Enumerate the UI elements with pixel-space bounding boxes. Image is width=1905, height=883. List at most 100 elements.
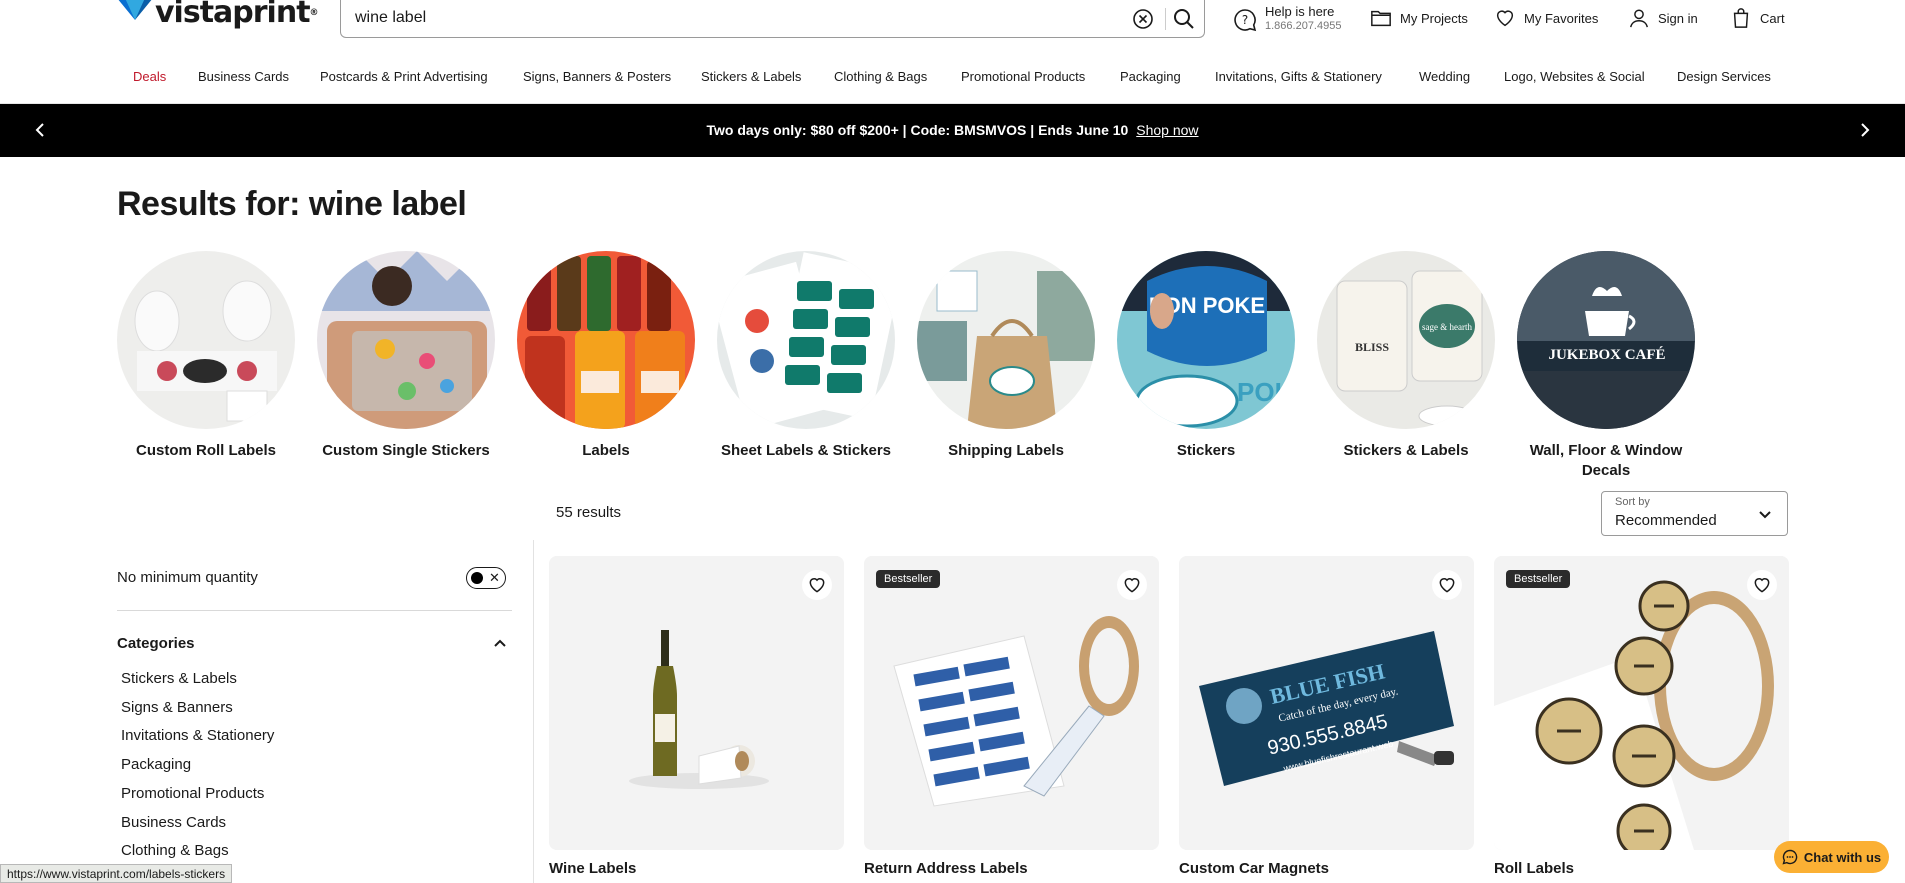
promo-shop-now-link[interactable]: Shop now xyxy=(1136,122,1198,138)
category-circle-stickers[interactable]: PON POKE POK xyxy=(1117,251,1295,429)
sidebar-item-stickers-labels[interactable]: Stickers & Labels xyxy=(121,670,237,687)
category-label-sheet-labels[interactable]: Sheet Labels & Stickers xyxy=(706,441,906,461)
site-header: vistaprint® ? Help is here 1.866.207.495… xyxy=(0,0,1905,104)
product-title-roll-labels[interactable]: Roll Labels xyxy=(1494,860,1574,877)
category-circle-sheet-labels[interactable] xyxy=(717,251,895,429)
category-label-shipping-labels[interactable]: Shipping Labels xyxy=(906,441,1106,461)
sidebar-item-clothing-bags[interactable]: Clothing & Bags xyxy=(121,842,229,859)
product-card-custom-car-magnets[interactable]: BLUE FISH Catch of the day, every day. 9… xyxy=(1179,556,1474,850)
nav-wedding[interactable]: Wedding xyxy=(1419,69,1470,84)
chevron-down-icon xyxy=(1759,511,1771,519)
category-circle-custom-single-stickers[interactable] xyxy=(317,251,495,429)
sort-dropdown[interactable]: Sort by Recommended xyxy=(1601,491,1788,536)
chevron-right-icon[interactable] xyxy=(1853,118,1877,142)
toggle-knob xyxy=(471,572,483,584)
favorite-button[interactable] xyxy=(1747,570,1777,600)
category-label-stickers[interactable]: Stickers xyxy=(1106,441,1306,461)
single-stickers-image xyxy=(317,251,495,429)
category-label-stickers-labels[interactable]: Stickers & Labels xyxy=(1306,441,1506,461)
sort-label: Sort by xyxy=(1615,496,1650,508)
sticker-text-b: POK xyxy=(1237,377,1294,407)
heart-icon xyxy=(1439,578,1455,593)
search-icon[interactable] xyxy=(1172,7,1196,31)
shipping-labels-image xyxy=(917,251,1095,429)
bestseller-badge: Bestseller xyxy=(1506,570,1571,588)
nav-deals[interactable]: Deals xyxy=(133,69,166,84)
product-card-wine-labels[interactable] xyxy=(549,556,844,850)
cart-link[interactable]: Cart xyxy=(1730,7,1785,29)
product-title-return-address-labels[interactable]: Return Address Labels xyxy=(864,860,1028,877)
min-qty-toggle[interactable]: ✕ xyxy=(466,567,506,589)
user-icon xyxy=(1630,9,1648,28)
help-phone[interactable]: 1.866.207.4955 xyxy=(1265,20,1341,32)
category-circle-custom-roll-labels[interactable] xyxy=(117,251,295,429)
nav-business-cards[interactable]: Business Cards xyxy=(198,69,289,84)
sidebar-item-invitations[interactable]: Invitations & Stationery xyxy=(121,727,274,744)
vistaprint-logo[interactable]: vistaprint® xyxy=(117,0,319,32)
result-count: 55 results xyxy=(556,504,622,521)
search-divider xyxy=(1165,8,1166,30)
sidebar-divider-h xyxy=(117,610,512,611)
wine-labels-image xyxy=(549,556,844,850)
sidebar-item-packaging[interactable]: Packaging xyxy=(121,756,191,773)
category-label-labels[interactable]: Labels xyxy=(506,441,706,461)
search-input[interactable] xyxy=(355,6,1115,30)
category-circle-labels[interactable] xyxy=(517,251,695,429)
help-title: Help is here xyxy=(1265,4,1335,19)
sidebar-item-signs-banners[interactable]: Signs & Banners xyxy=(121,699,233,716)
sidebar-divider xyxy=(533,540,534,883)
nav-design-services[interactable]: Design Services xyxy=(1677,69,1771,84)
min-qty-label: No minimum quantity xyxy=(117,569,258,586)
sidebar-item-business-cards[interactable]: Business Cards xyxy=(121,814,226,831)
product-title-wine-labels[interactable]: Wine Labels xyxy=(549,860,636,877)
labels-bottles-image xyxy=(517,251,695,429)
nav-logo-websites[interactable]: Logo, Websites & Social xyxy=(1504,69,1645,84)
logo-mark-icon xyxy=(118,0,152,20)
category-label-custom-roll-labels[interactable]: Custom Roll Labels xyxy=(106,441,306,461)
chat-with-us-button[interactable]: Chat with us xyxy=(1774,841,1889,873)
category-circle-stickers-labels[interactable]: BLISS sage & hearth xyxy=(1317,251,1495,429)
category-label-wall-decals[interactable]: Wall, Floor & Window Decals xyxy=(1506,441,1706,481)
chat-icon xyxy=(1782,849,1798,865)
toggle-off-icon: ✕ xyxy=(489,570,500,585)
chat-label: Chat with us xyxy=(1803,849,1882,865)
nav-postcards[interactable]: Postcards & Print Advertising xyxy=(320,69,488,84)
favorite-button[interactable] xyxy=(802,570,832,600)
nav-clothing-bags[interactable]: Clothing & Bags xyxy=(834,69,927,84)
categories-heading[interactable]: Categories xyxy=(117,635,195,652)
promo-message: Two days only: $80 off $200+ | Code: BMS… xyxy=(706,122,1129,138)
my-favorites-link[interactable]: My Favorites xyxy=(1494,7,1598,29)
favorite-button[interactable] xyxy=(1117,570,1147,600)
clear-search-icon[interactable] xyxy=(1132,8,1154,30)
stickers-labels-image: BLISS sage & hearth xyxy=(1317,251,1495,429)
roll-labels-product-image xyxy=(1494,556,1789,850)
product-card-roll-labels[interactable]: Bestseller xyxy=(1494,556,1789,850)
logo-text: vistaprint® xyxy=(155,0,319,30)
favorite-button[interactable] xyxy=(1432,570,1462,600)
nav-promotional-products[interactable]: Promotional Products xyxy=(961,69,1085,84)
cart-icon xyxy=(1733,8,1749,28)
my-projects-label: My Projects xyxy=(1400,10,1468,26)
chevron-up-icon[interactable] xyxy=(492,635,508,651)
category-label-custom-single-stickers[interactable]: Custom Single Stickers xyxy=(306,441,506,461)
main-nav: Deals Business Cards Postcards & Print A… xyxy=(0,62,1905,92)
nav-stickers-labels[interactable]: Stickers & Labels xyxy=(701,69,801,84)
wall-decals-image: JUKEBOX CAFÉ xyxy=(1517,251,1695,429)
sign-in-link[interactable]: Sign in xyxy=(1628,7,1698,29)
sort-value: Recommended xyxy=(1615,512,1717,529)
my-projects-link[interactable]: My Projects xyxy=(1370,7,1468,29)
category-circle-wall-decals[interactable]: JUKEBOX CAFÉ xyxy=(1517,251,1695,429)
sheet-labels-image xyxy=(717,251,895,429)
help-contact[interactable]: ? Help is here 1.866.207.4955 xyxy=(1233,4,1341,32)
folder-icon xyxy=(1371,10,1391,27)
product-title-custom-car-magnets[interactable]: Custom Car Magnets xyxy=(1179,860,1329,877)
sidebar-item-promotional[interactable]: Promotional Products xyxy=(121,785,264,802)
product-card-return-address-labels[interactable]: Bestseller xyxy=(864,556,1159,850)
nav-invitations[interactable]: Invitations, Gifts & Stationery xyxy=(1215,69,1382,84)
category-circle-shipping-labels[interactable] xyxy=(917,251,1095,429)
nav-packaging[interactable]: Packaging xyxy=(1120,69,1181,84)
nav-signs[interactable]: Signs, Banners & Posters xyxy=(523,69,671,84)
my-favorites-label: My Favorites xyxy=(1524,10,1599,26)
cart-label: Cart xyxy=(1760,10,1785,26)
sign-in-label: Sign in xyxy=(1658,10,1698,26)
